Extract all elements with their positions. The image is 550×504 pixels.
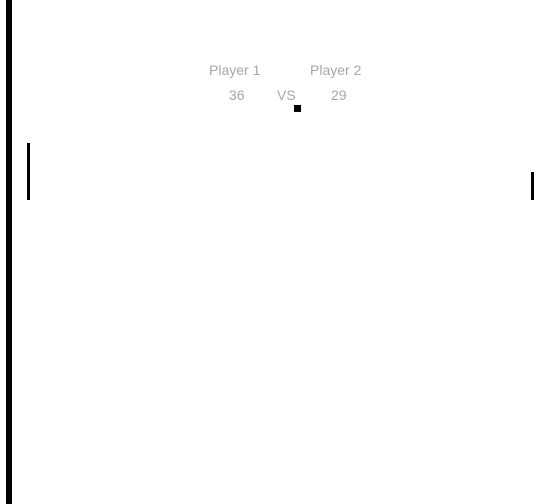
player2-score: 29	[331, 87, 347, 103]
ball	[294, 105, 301, 112]
right-paddle[interactable]	[531, 172, 534, 200]
left-paddle[interactable]	[27, 143, 30, 200]
player1-score: 36	[229, 87, 245, 103]
vs-label: VS	[277, 87, 296, 103]
player2-name: Player 2	[310, 62, 362, 78]
left-wall	[6, 0, 12, 504]
player1-name: Player 1	[209, 62, 261, 78]
